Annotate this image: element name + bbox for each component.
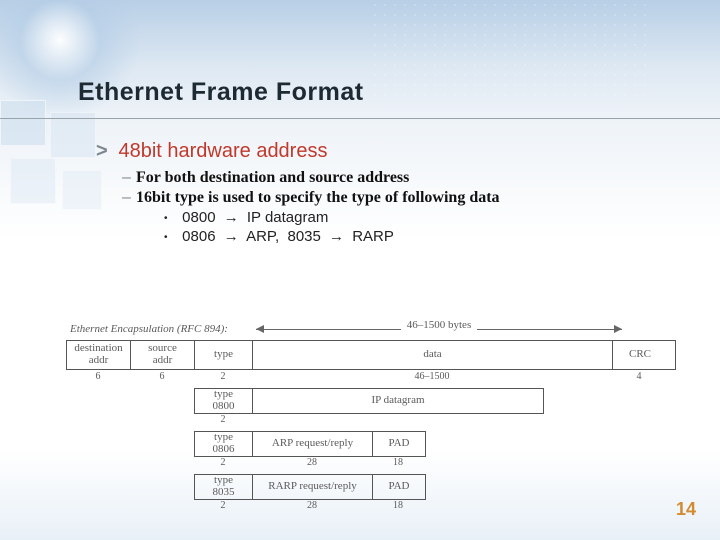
frame-cell: data — [253, 341, 613, 369]
bullet-lvl3-group: • 0800 → IP datagram • 0806 → ARP, 8035 … — [164, 209, 680, 245]
bullet-lvl2-group: –For both destination and source address… — [122, 169, 680, 245]
type-code: 0806 — [182, 228, 215, 245]
arrow-icon: → — [325, 228, 348, 245]
type-label: RARP — [352, 228, 394, 245]
bullet-lvl1-text: 48bit hardware address — [118, 140, 327, 162]
arrow-icon: → — [220, 228, 243, 245]
frame-subrow: type8035RARP request/replyPAD22818 — [66, 474, 676, 511]
dash-icon: – — [122, 189, 136, 207]
type-label: ARP — [246, 228, 275, 245]
range-label: 46–1500 bytes — [401, 319, 477, 331]
bullet-lvl2-item: –16bit type is used to specify the type … — [122, 189, 680, 207]
bullet-lvl2-text: 16bit type is used to specify the type o… — [136, 189, 500, 206]
bullet-lvl3-item: • 0806 → ARP, 8035 → RARP — [164, 228, 680, 245]
frame-row-main: destinationaddrsourceaddrtypedataCRC — [66, 340, 676, 370]
frame-cell: type — [195, 341, 253, 369]
frame-subrow: type0806ARP request/replyPAD22818 — [66, 431, 676, 468]
frame-subrow: type0800IP datagram2 — [66, 388, 676, 425]
dot-icon: • — [164, 213, 178, 224]
bullet-lvl1: > 48bit hardware address — [96, 140, 680, 163]
diagram-caption: Ethernet Encapsulation (RFC 894): — [66, 323, 256, 335]
bullet-lvl2-item: –For both destination and source address — [122, 169, 680, 187]
range-arrow-top: 46–1500 bytes — [256, 322, 622, 336]
type-code: 8035 — [288, 228, 321, 245]
dash-icon: – — [122, 169, 136, 187]
chevron-icon: > — [96, 140, 114, 163]
frame-diagram: Ethernet Encapsulation (RFC 894): 46–150… — [66, 320, 676, 511]
bullet-lvl2-text: For both destination and source address — [136, 169, 409, 186]
frame-cell: destinationaddr — [67, 341, 131, 369]
frame-size: 4 — [612, 371, 666, 382]
frame-size: 6 — [130, 371, 194, 382]
type-label: IP datagram — [247, 209, 328, 226]
bullet-lvl3-item: • 0800 → IP datagram — [164, 209, 680, 226]
frame-size: 46–1500 — [252, 371, 612, 382]
frame-size: 6 — [66, 371, 130, 382]
content-area: > 48bit hardware address –For both desti… — [96, 140, 680, 245]
type-code: 0800 — [182, 209, 215, 226]
frame-cell: CRC — [613, 341, 667, 369]
arrow-icon: → — [220, 209, 243, 226]
slide-title: Ethernet Frame Format — [78, 78, 364, 107]
frame-size: 2 — [194, 371, 252, 382]
frame-sizes-row: 66246–15004 — [66, 371, 676, 382]
title-divider — [0, 118, 720, 119]
page-number: 14 — [676, 499, 696, 520]
dot-icon: • — [164, 232, 178, 243]
frame-cell: sourceaddr — [131, 341, 195, 369]
